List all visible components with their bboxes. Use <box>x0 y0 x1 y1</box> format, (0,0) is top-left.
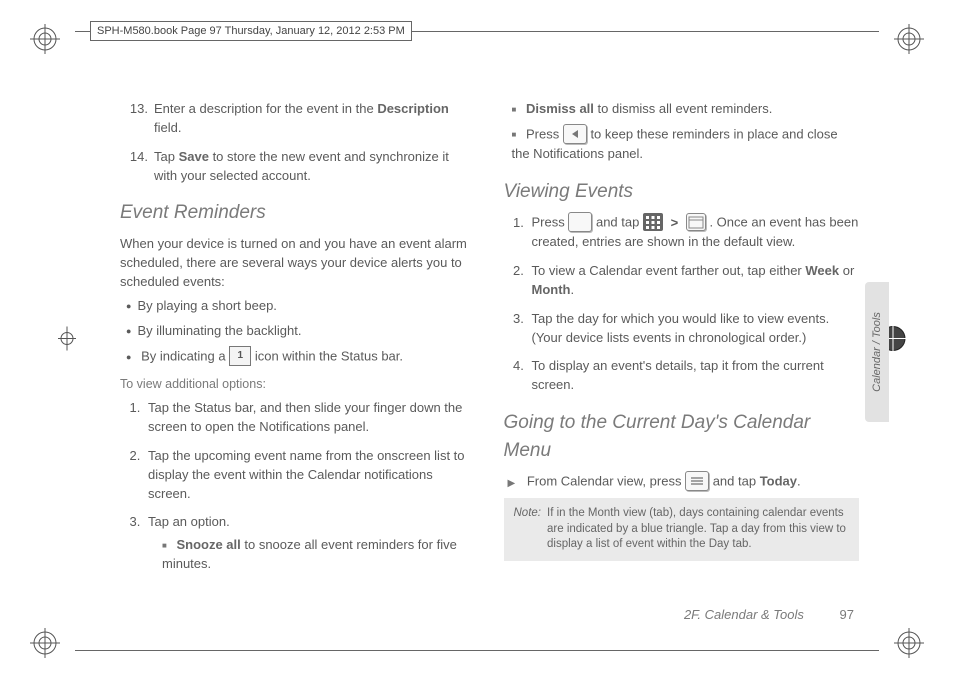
list-item: Tap the upcoming event name from the ons… <box>144 447 476 504</box>
heading-event-reminders: Event Reminders <box>120 199 476 227</box>
menu-key-icon <box>685 471 709 491</box>
page-header: SPH-M580.book Page 97 Thursday, January … <box>90 21 412 41</box>
text: and tap <box>713 474 760 489</box>
list-item: Tap the day for which you would like to … <box>528 310 860 348</box>
list-item: By illuminating the backlight. <box>126 322 476 341</box>
text: and tap <box>596 215 643 230</box>
bold-text: Dismiss all <box>526 101 594 116</box>
text: From Calendar view, press <box>527 474 685 489</box>
bold-text: Snooze all <box>176 537 240 552</box>
square-list: Dismiss all to dismiss all event reminde… <box>504 100 860 164</box>
list-item: Snooze all to snooze all event reminders… <box>162 536 476 574</box>
back-key-icon <box>563 124 587 144</box>
list-item: To view a Calendar event farther out, ta… <box>528 262 860 300</box>
text: Tap <box>154 149 179 164</box>
bold-text: Today <box>760 474 797 489</box>
register-mark-bl <box>30 628 60 658</box>
list-item: By indicating a 1 icon within the Status… <box>126 347 476 367</box>
register-mark-tl <box>30 24 60 54</box>
intro-paragraph: When your device is turned on and you ha… <box>120 235 476 292</box>
page-footer: 2F. Calendar & Tools 97 <box>684 607 854 622</box>
list-item: Tap an option. Snooze all to snooze all … <box>144 513 476 574</box>
text: or <box>839 263 854 278</box>
right-column: Dismiss all to dismiss all event reminde… <box>504 100 860 632</box>
note-box: Note: If in the Month view (tab), days c… <box>504 498 860 561</box>
bullet-list: By playing a short beep. By illuminating… <box>120 297 476 367</box>
step-text: Enter a description for the event in the… <box>154 100 476 138</box>
side-tab: Calendar / Tools <box>865 282 889 422</box>
text: Press <box>526 126 563 141</box>
list-item: By playing a short beep. <box>126 297 476 316</box>
text: icon within the Status bar. <box>255 349 403 364</box>
bold-text: Month <box>532 282 571 297</box>
list-item: Press and tap > . Once an event has been… <box>528 213 860 252</box>
list-item: Press to keep these reminders in place a… <box>512 125 860 164</box>
text: . <box>797 474 801 489</box>
text: By indicating a <box>141 349 229 364</box>
note-label: Note: <box>514 506 542 553</box>
text: Tap an option. <box>148 514 230 529</box>
text: Enter a description for the event in the <box>154 101 377 116</box>
step-text: Tap Save to store the new event and sync… <box>154 148 476 186</box>
list-item: Dismiss all to dismiss all event reminde… <box>512 100 860 119</box>
bold-text: Week <box>805 263 839 278</box>
breadcrumb-sep: > <box>671 215 679 230</box>
register-mark-tr <box>894 24 924 54</box>
page-number: 97 <box>840 607 854 622</box>
step-number: 13. <box>120 100 154 138</box>
text: field. <box>154 120 181 135</box>
home-key-icon <box>568 212 592 232</box>
text: To view a Calendar event farther out, ta… <box>532 263 806 278</box>
calendar-one-icon: 1 <box>229 346 251 366</box>
note-body: If in the Month view (tab), days contain… <box>547 506 849 553</box>
heading-going-today: Going to the Current Day's Calendar Menu <box>504 409 860 464</box>
crop-line-bottom <box>75 650 879 651</box>
text: Press <box>532 215 569 230</box>
square-list: Snooze all to snooze all event reminders… <box>148 536 476 574</box>
page-content: 13. Enter a description for the event in… <box>120 100 859 632</box>
bold-text: Description <box>377 101 449 116</box>
side-tab-label: Calendar / Tools <box>871 312 883 392</box>
apps-grid-icon <box>643 213 663 231</box>
text: . <box>570 282 574 297</box>
ordered-list: Press and tap > . Once an event has been… <box>504 213 860 395</box>
footer-section: 2F. Calendar & Tools <box>684 607 804 622</box>
bold-text: Save <box>179 149 209 164</box>
left-column: 13. Enter a description for the event in… <box>120 100 476 632</box>
action-step: From Calendar view, press and tap Today. <box>504 472 860 492</box>
register-mark-ml <box>58 327 76 356</box>
register-mark-br <box>894 628 924 658</box>
step-number: 14. <box>120 148 154 186</box>
calendar-app-icon <box>686 213 706 231</box>
list-item: Tap the Status bar, and then slide your … <box>144 399 476 437</box>
text: to dismiss all event reminders. <box>594 101 772 116</box>
list-item: To display an event's details, tap it fr… <box>528 357 860 395</box>
ordered-list: Tap the Status bar, and then slide your … <box>120 399 476 574</box>
subheading: To view additional options: <box>120 375 476 393</box>
heading-viewing-events: Viewing Events <box>504 178 860 206</box>
